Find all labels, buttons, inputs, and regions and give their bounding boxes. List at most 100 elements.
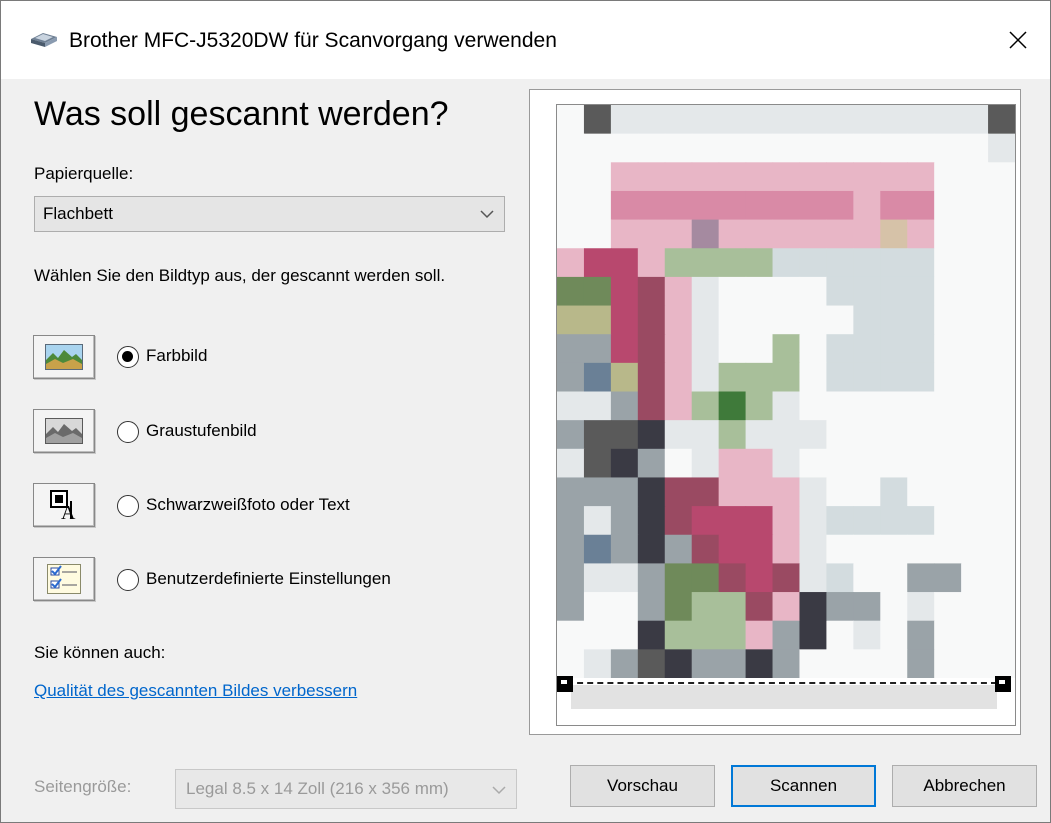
- preview-pixel: [961, 219, 989, 249]
- preview-pixel: [637, 362, 666, 393]
- preview-pixel: [664, 649, 693, 678]
- scan-button[interactable]: Scannen: [731, 765, 876, 807]
- preview-pixel: [718, 248, 747, 278]
- crop-handle-bottom-right[interactable]: [995, 676, 1011, 692]
- preview-pixel: [557, 592, 585, 622]
- preview-pixel: [691, 362, 720, 393]
- preview-pixel: [557, 563, 585, 593]
- preview-pixel: [745, 162, 774, 192]
- preview-pixel: [583, 219, 612, 249]
- preview-pixel: [934, 420, 962, 450]
- preview-pixel: [880, 592, 908, 622]
- preview-pixel: [610, 477, 639, 507]
- preview-pixel: [691, 592, 720, 622]
- preview-pixel: [637, 162, 666, 192]
- crop-boundary[interactable]: [567, 682, 997, 684]
- preview-pixel: [826, 362, 854, 393]
- preview-pixel: [961, 448, 989, 479]
- preview-pixel: [799, 305, 828, 335]
- preview-button[interactable]: Vorschau: [570, 765, 715, 807]
- preview-pixel: [664, 105, 693, 135]
- preview-pixel: [637, 534, 666, 564]
- preview-pixel: [826, 420, 854, 450]
- preview-pixel: [934, 248, 962, 278]
- preview-pixel: [799, 219, 828, 249]
- preview-pixel: [934, 477, 962, 507]
- preview-pixel: [664, 420, 693, 450]
- custom-settings-radio[interactable]: [117, 569, 139, 591]
- preview-pixel: [718, 305, 747, 335]
- preview-pixel: [961, 133, 989, 163]
- preview-pixel: [637, 248, 666, 278]
- also-label: Sie können auch:: [34, 643, 166, 662]
- chevron-down-icon: [492, 786, 506, 795]
- close-button[interactable]: [986, 1, 1050, 79]
- preview-pixel: [907, 592, 935, 622]
- crop-handle-bottom-left[interactable]: [557, 676, 573, 692]
- preview-pixel: [557, 391, 585, 421]
- preview-pixel: [583, 133, 612, 163]
- preview-pixel: [988, 219, 1015, 249]
- paper-source-value: Flachbett: [43, 204, 113, 223]
- grayscale-photo-icon: [45, 418, 83, 444]
- color-photo-radio[interactable]: [117, 346, 139, 368]
- preview-pixel: [907, 420, 935, 450]
- preview-pixel: [988, 563, 1015, 593]
- preview-pixel: [557, 362, 585, 393]
- preview-pixel: [826, 649, 854, 678]
- preview-pixel: [637, 592, 666, 622]
- preview-pixel: [799, 162, 828, 192]
- preview-pixel: [583, 391, 612, 421]
- preview-pixel: [557, 620, 585, 650]
- preview-bottom-margin: [571, 685, 997, 709]
- preview-pixel: [557, 334, 585, 364]
- preview-pixel: [772, 219, 801, 249]
- grayscale-photo-label[interactable]: Graustufenbild: [146, 421, 257, 441]
- preview-pixel: [745, 334, 774, 364]
- preview-pixel: [853, 219, 881, 249]
- preview-pixel: [934, 305, 962, 335]
- preview-pixel: [664, 190, 693, 221]
- preview-pixel: [664, 477, 693, 507]
- preview-pixel: [853, 620, 881, 650]
- preview-pixel: [880, 362, 908, 393]
- black-white-text-button[interactable]: A: [33, 483, 95, 527]
- title-bar: Brother MFC-J5320DW für Scanvorgang verw…: [1, 1, 1050, 79]
- preview-pixel: [961, 620, 989, 650]
- preview-pixel: [826, 305, 854, 335]
- preview-pixel: [772, 305, 801, 335]
- preview-pixel: [772, 477, 801, 507]
- preview-pixel: [853, 563, 881, 593]
- color-photo-button[interactable]: [33, 335, 95, 379]
- preview-pixel: [988, 162, 1015, 192]
- preview-pixel: [880, 305, 908, 335]
- preview-pixel: [610, 305, 639, 335]
- chevron-down-icon: [480, 210, 494, 219]
- preview-pixel: [853, 534, 881, 564]
- improve-quality-link[interactable]: Qualität des gescannten Bildes verbesser…: [34, 681, 357, 701]
- grayscale-photo-button[interactable]: [33, 409, 95, 453]
- preview-pixel: [583, 190, 612, 221]
- grayscale-photo-radio[interactable]: [117, 421, 139, 443]
- preview-pixel: [745, 448, 774, 479]
- preview-pixel: [799, 105, 828, 135]
- preview-pixel: [610, 534, 639, 564]
- preview-pixel: [745, 133, 774, 163]
- preview-pixel: [691, 276, 720, 307]
- black-white-text-label[interactable]: Schwarzweißfoto oder Text: [146, 495, 350, 515]
- paper-source-select[interactable]: Flachbett: [34, 196, 505, 232]
- preview-pixel: [799, 620, 828, 650]
- preview-pixel: [907, 190, 935, 221]
- preview-pixel: [961, 276, 989, 307]
- black-white-text-radio[interactable]: [117, 495, 139, 517]
- preview-pixel: [826, 248, 854, 278]
- preview-image[interactable]: [557, 105, 1015, 678]
- preview-pixel: [826, 620, 854, 650]
- custom-settings-button[interactable]: [33, 557, 95, 601]
- custom-settings-label[interactable]: Benutzerdefinierte Einstellungen: [146, 569, 391, 589]
- preview-pixel: [583, 105, 612, 135]
- color-photo-label[interactable]: Farbbild: [146, 346, 207, 366]
- cancel-button[interactable]: Abbrechen: [892, 765, 1037, 807]
- preview-pixel: [583, 448, 612, 479]
- preview-pixel: [637, 190, 666, 221]
